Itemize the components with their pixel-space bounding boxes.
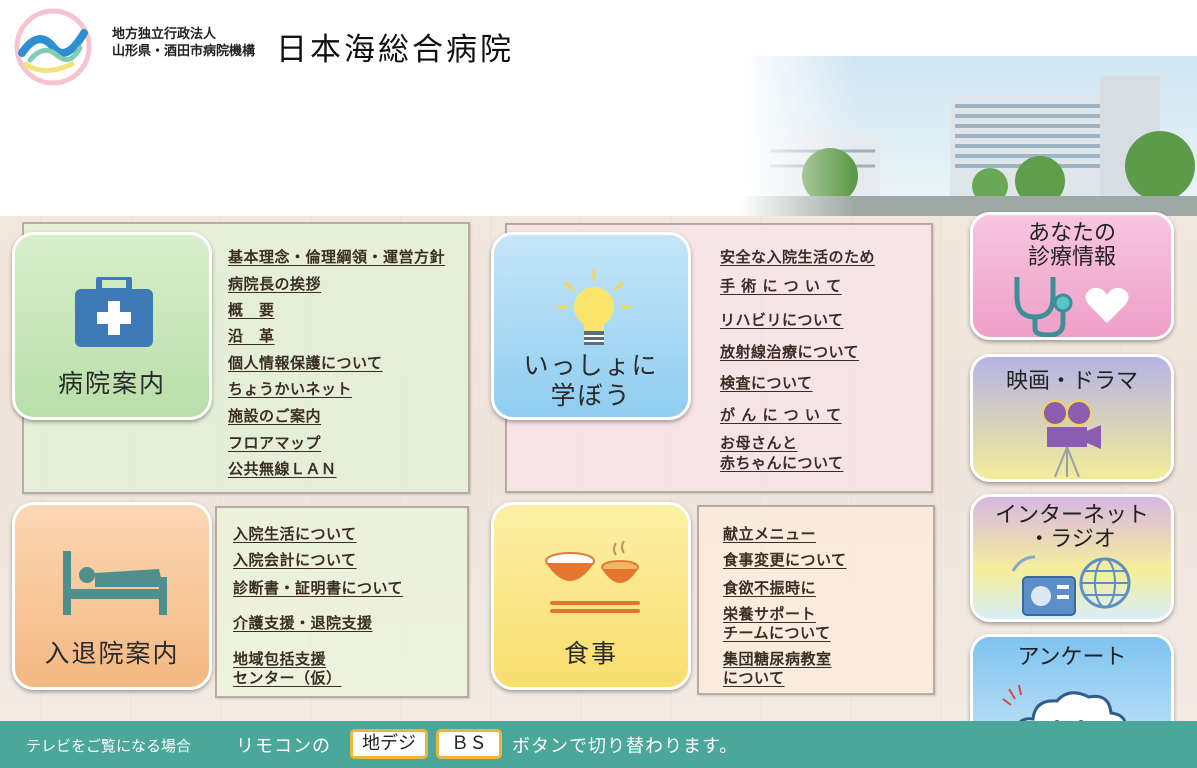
medical-info-line1: あなたの bbox=[1027, 221, 1116, 246]
link-history[interactable]: 沿 革 bbox=[228, 325, 275, 346]
link-public-wifi[interactable]: 公共無線ＬＡＮ bbox=[228, 458, 337, 479]
link-inpatient-billing[interactable]: 入院会計について bbox=[233, 549, 357, 570]
internet-radio-line1: インターネット bbox=[994, 503, 1149, 528]
footer-tv-note: テレビをご覧になる場合 bbox=[26, 737, 192, 755]
movies-tile[interactable]: 映画・ドラマ bbox=[970, 354, 1174, 482]
learn-label-line1: いっしょに bbox=[523, 351, 659, 380]
link-mother-line1[interactable]: お母さんと bbox=[720, 432, 798, 453]
footer-remote-text: リモコンの bbox=[236, 736, 331, 757]
movies-label: 映画・ドラマ bbox=[1005, 369, 1138, 394]
link-floor-map[interactable]: フロアマップ bbox=[228, 432, 321, 453]
footer-switch-text: ボタンで切り替わります。 bbox=[512, 736, 739, 757]
link-nutrition-support-line1[interactable]: 栄養サポート bbox=[723, 603, 816, 624]
hospital-info-label: 病院案内 bbox=[57, 369, 166, 398]
link-inpatient-life[interactable]: 入院生活について bbox=[233, 523, 357, 544]
link-poor-appetite[interactable]: 食欲不振時に bbox=[723, 577, 816, 598]
learn-tile[interactable]: いっしょに 学ぼう bbox=[491, 232, 691, 420]
org-sub-line2: 山形県・酒田市病院機構 bbox=[112, 44, 256, 59]
organization-subtitle: 地方独立行政法人 山形県・酒田市病院機構 bbox=[112, 26, 255, 60]
bed-patient-icon bbox=[63, 551, 167, 615]
meals-label: 食事 bbox=[563, 639, 618, 668]
link-care-support[interactable]: 介護支援・退院支援 bbox=[233, 612, 373, 633]
link-safe-stay[interactable]: 安全な入院生活のため bbox=[720, 246, 875, 267]
admission-label: 入退院案内 bbox=[44, 639, 180, 668]
link-chokai-net[interactable]: ちょうかいネット bbox=[228, 378, 352, 399]
link-nutrition-support-line2[interactable]: チームについて bbox=[723, 622, 831, 643]
header: 地方独立行政法人 山形県・酒田市病院機構 日本海総合病院 bbox=[0, 0, 1197, 216]
bs-key-button[interactable]: ＢＳ bbox=[436, 729, 502, 759]
link-community-center-line1[interactable]: 地域包括支援 bbox=[233, 648, 326, 669]
hospital-building-photo bbox=[740, 56, 1197, 216]
stethoscope-heart-icon bbox=[1014, 277, 1129, 337]
link-director-greeting[interactable]: 病院長の挨拶 bbox=[228, 273, 321, 294]
link-surgery[interactable]: 手 術 に つ い て bbox=[720, 275, 842, 296]
link-diabetes-class-line1[interactable]: 集団糖尿病教室 bbox=[723, 648, 832, 669]
survey-label: アンケート bbox=[1017, 645, 1127, 670]
link-facilities[interactable]: 施設のご案内 bbox=[228, 405, 321, 426]
meals-tile[interactable]: 食事 bbox=[491, 502, 691, 690]
link-cancer[interactable]: が ん に つ い て bbox=[720, 404, 842, 425]
terrestrial-key-button[interactable]: 地デジ bbox=[350, 729, 428, 759]
rice-bowl-icon bbox=[545, 540, 640, 613]
internet-radio-line2: ・ラジオ bbox=[1028, 527, 1116, 552]
link-menu[interactable]: 献立メニュー bbox=[723, 523, 816, 544]
learn-label-line2: 学ぼう bbox=[550, 381, 632, 410]
hospital-logo-icon bbox=[14, 8, 92, 86]
link-certificates[interactable]: 診断書・証明書について bbox=[233, 577, 403, 598]
link-examinations[interactable]: 検査について bbox=[720, 372, 813, 393]
internet-radio-tile[interactable]: インターネット ・ラジオ bbox=[970, 494, 1174, 622]
link-meal-change[interactable]: 食事変更について bbox=[723, 549, 847, 570]
link-rehabilitation[interactable]: リハビリについて bbox=[720, 309, 844, 330]
admission-tile[interactable]: 入退院案内 bbox=[12, 502, 212, 690]
link-privacy[interactable]: 個人情報保護について bbox=[228, 352, 383, 373]
link-philosophy[interactable]: 基本理念・倫理綱領・運営方針 bbox=[228, 246, 445, 267]
hospital-name: 日本海総合病院 bbox=[276, 32, 514, 68]
medical-info-tile[interactable]: あなたの 診療情報 bbox=[970, 212, 1174, 340]
org-sub-line1: 地方独立行政法人 bbox=[112, 27, 217, 42]
hospital-info-tile[interactable]: 病院案内 bbox=[12, 232, 212, 420]
link-community-center-line2[interactable]: センター（仮） bbox=[233, 667, 342, 688]
lightbulb-icon bbox=[556, 269, 632, 345]
hospital-building-icon bbox=[75, 277, 153, 347]
film-camera-icon bbox=[1042, 400, 1101, 478]
radio-globe-icon bbox=[1011, 555, 1131, 616]
link-diabetes-class-line2[interactable]: について bbox=[723, 667, 785, 688]
link-radiation-therapy[interactable]: 放射線治療について bbox=[720, 341, 859, 362]
link-overview[interactable]: 概 要 bbox=[228, 299, 275, 320]
footer-bar: テレビをご覧になる場合 リモコンの 地デジ ＢＳ ボタンで切り替わります。 bbox=[0, 721, 1197, 768]
link-mother-line2[interactable]: 赤ちゃんについて bbox=[720, 452, 844, 473]
medical-info-line2: 診療情報 bbox=[1027, 245, 1116, 270]
